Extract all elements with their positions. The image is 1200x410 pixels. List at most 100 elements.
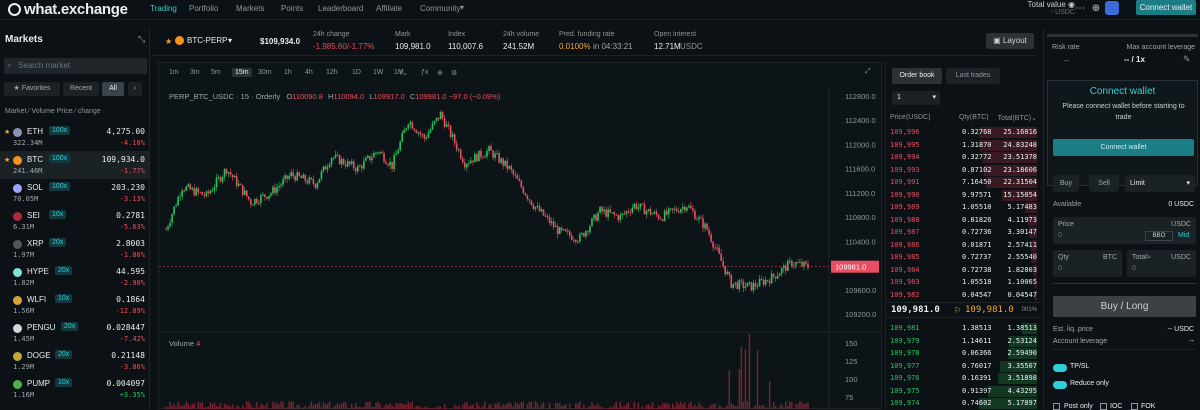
- favorite-star-icon[interactable]: ★: [165, 37, 172, 46]
- favorite-star-icon[interactable]: ★: [4, 128, 10, 136]
- ask-row[interactable]: 109,9880.818264.11973: [890, 214, 1037, 227]
- logo[interactable]: what.exchange: [8, 1, 128, 18]
- nav-markets[interactable]: Markets: [236, 4, 264, 13]
- qty-label: Qty: [1058, 254, 1069, 261]
- compare-icon[interactable]: ⊕: [437, 69, 443, 77]
- candle-body: [407, 125, 409, 129]
- nav-community[interactable]: Community: [420, 4, 460, 13]
- tpsl-toggle[interactable]: [1053, 364, 1067, 372]
- ask-row[interactable]: 109,9917.1645022.31504: [890, 176, 1037, 189]
- layout-button[interactable]: ▣ Layout: [986, 33, 1034, 49]
- ask-row[interactable]: 109,9850.727372.55540: [890, 251, 1037, 264]
- leverage-badge: 20x: [61, 322, 78, 331]
- bid-row[interactable]: 109,9740.746025.17897: [890, 397, 1037, 410]
- volume-bar: [668, 404, 669, 409]
- ask-row[interactable]: 109,9960.3276825.16016: [890, 126, 1037, 139]
- price-chart[interactable]: 1m3m5m15m30m1h4h12h1D1W1M ⌇⌄ ƒx ⊕ ⚙ ⤢ 11…: [158, 62, 882, 409]
- globe-icon[interactable]: ⊕: [1090, 3, 1102, 15]
- search-input[interactable]: ⌕Search market: [4, 58, 147, 74]
- draw-tool-icon[interactable]: ⌇⌄: [399, 69, 408, 77]
- ask-row[interactable]: 109,9909.9757115.15054: [890, 189, 1037, 202]
- edit-leverage-icon[interactable]: ✎: [1183, 54, 1191, 65]
- timeframe-12h[interactable]: 12h: [326, 69, 338, 76]
- ask-row[interactable]: 109,9891.055105.17483: [890, 201, 1037, 214]
- market-row-pump[interactable]: PUMP10x1.16M0.004097+3.35%: [0, 375, 149, 403]
- ask-row[interactable]: 109,9831.055181.10065: [890, 276, 1037, 289]
- market-row-xrp[interactable]: XRP20x1.97M2.8003-1.80%: [0, 235, 149, 263]
- buy-long-button[interactable]: Buy / Long: [1053, 296, 1196, 317]
- timeframe-15m[interactable]: 15m: [232, 68, 252, 77]
- order-type-select[interactable]: Limit▾: [1125, 175, 1195, 192]
- tab-favorites[interactable]: ★ Favorites: [4, 82, 60, 96]
- market-row-wlfi[interactable]: WLFI10x1.56M0.1864-12.89%: [0, 291, 149, 319]
- connect-wallet-card-button[interactable]: Connect wallet: [1053, 139, 1194, 156]
- bid-row[interactable]: 109,9760.163913.51898: [890, 372, 1037, 385]
- favorite-star-icon[interactable]: ★: [4, 156, 10, 164]
- candle-body: [365, 158, 367, 161]
- sell-tab[interactable]: Sell: [1089, 175, 1119, 192]
- connect-wallet-button[interactable]: Connect wallet: [1136, 0, 1196, 15]
- market-row-btc[interactable]: ★BTC100x241.46M109,934.0-1.77%: [0, 151, 149, 179]
- reduce-only-toggle[interactable]: [1053, 381, 1067, 389]
- avatar[interactable]: [1105, 1, 1119, 15]
- timeframe-1m[interactable]: 1m: [169, 69, 179, 76]
- tab-recent[interactable]: Recent: [63, 82, 99, 96]
- timeframe-3m[interactable]: 3m: [190, 69, 200, 76]
- ask-row[interactable]: 109,9940.3277223.51378: [890, 151, 1037, 164]
- market-row-hype[interactable]: HYPE20x1.82M44.595-2.90%: [0, 263, 149, 291]
- timeframe-1W[interactable]: 1W: [373, 69, 384, 76]
- pair-selector[interactable]: BTC-PERP: [187, 36, 227, 45]
- chart-settings-icon[interactable]: ⚙: [451, 69, 457, 77]
- community-chevron-icon[interactable]: ▾: [460, 3, 464, 12]
- nav-points[interactable]: Points: [281, 4, 303, 13]
- tab-all[interactable]: All: [102, 82, 124, 96]
- timeframe-5m[interactable]: 5m: [211, 69, 221, 76]
- grouping-select[interactable]: 1▾: [892, 91, 940, 105]
- mark-value: 109,981.0: [395, 42, 431, 51]
- more-icon[interactable]: ⋯: [1074, 3, 1086, 15]
- ask-row[interactable]: 109,9840.727381.82803: [890, 264, 1037, 277]
- timeframe-4h[interactable]: 4h: [305, 69, 313, 76]
- tab-last-trades[interactable]: Last trades: [946, 68, 1000, 84]
- ask-row[interactable]: 109,9870.727363.30147: [890, 226, 1037, 239]
- pair-chevron-icon[interactable]: ▾: [228, 36, 232, 45]
- candle-body: [765, 280, 767, 285]
- ask-row[interactable]: 109,9930.8710223.18606: [890, 164, 1037, 177]
- qty-input[interactable]: Qty BTC 0: [1053, 250, 1122, 277]
- tabs-scroll-button[interactable]: ›: [128, 82, 142, 96]
- market-row-eth[interactable]: ★ETH100x322.34M4,275.00-4.18%: [0, 123, 149, 151]
- price-input[interactable]: Price USDC 0 BBO Mid: [1053, 217, 1196, 244]
- ask-row[interactable]: 109,9860.018712.57411: [890, 239, 1037, 252]
- bbo-button[interactable]: BBO: [1145, 231, 1173, 241]
- bid-row[interactable]: 109,9811.385131.38513: [890, 322, 1037, 335]
- nav-portfolio[interactable]: Portfolio: [189, 4, 218, 13]
- timeframe-30m[interactable]: 30m: [258, 69, 272, 76]
- market-row-sol[interactable]: SOL100x70.05M203.230-3.13%: [0, 179, 149, 207]
- qty-slider[interactable]: [1053, 280, 1196, 287]
- tab-order-book[interactable]: Order book: [892, 68, 942, 84]
- indicator-icon[interactable]: ƒx: [421, 69, 428, 76]
- nav-trading[interactable]: Trading: [150, 4, 177, 13]
- bid-row[interactable]: 109,9780.063662.59490: [890, 347, 1037, 360]
- ask-row[interactable]: 109,9951.3187024.83248: [890, 139, 1037, 152]
- candle-body: [226, 169, 228, 173]
- market-row-doge[interactable]: DOGE20x1.29M0.21148-3.86%: [0, 347, 149, 375]
- mid-button[interactable]: Mid: [1178, 232, 1189, 239]
- bid-row[interactable]: 109,9791.146112.53124: [890, 335, 1037, 348]
- total-input[interactable]: Total≈ USDC 0: [1127, 250, 1196, 277]
- fullscreen-icon[interactable]: ⤢: [865, 68, 871, 76]
- candle-body: [557, 226, 559, 234]
- collapse-icon[interactable]: ⤡: [138, 34, 145, 45]
- bid-row[interactable]: 109,9750.913974.43295: [890, 385, 1037, 398]
- ask-price: 109,995: [890, 141, 920, 149]
- nav-affiliate[interactable]: Affiliate: [376, 4, 402, 13]
- nav-leaderboard[interactable]: Leaderboard: [318, 4, 363, 13]
- market-row-sei[interactable]: SEI10x6.31M0.2781-5.63%: [0, 207, 149, 235]
- candle-body: [321, 171, 323, 178]
- ask-row[interactable]: 109,9820.045470.04547: [890, 289, 1037, 302]
- timeframe-1h[interactable]: 1h: [284, 69, 292, 76]
- bid-row[interactable]: 109,9770.760173.35507: [890, 360, 1037, 373]
- timeframe-1D[interactable]: 1D: [352, 69, 361, 76]
- buy-tab[interactable]: Buy: [1053, 175, 1079, 192]
- market-row-pengu[interactable]: PENGU20x1.45M0.028447-7.42%: [0, 319, 149, 347]
